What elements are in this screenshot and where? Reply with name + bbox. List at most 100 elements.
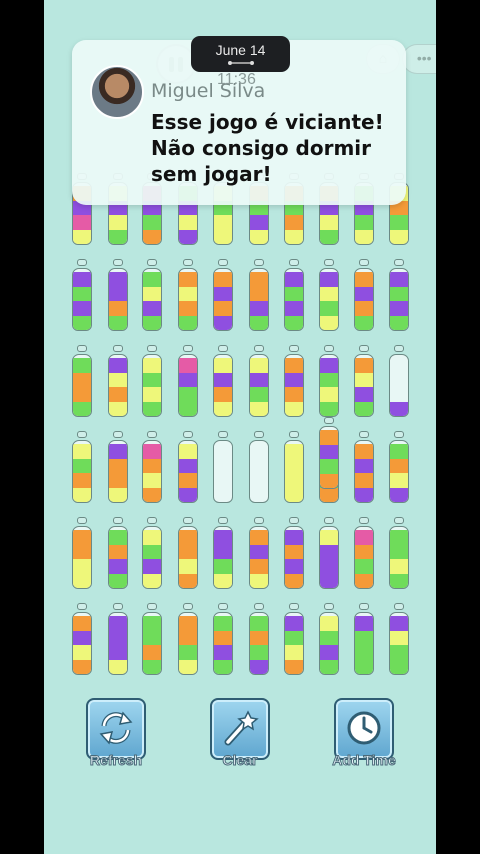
bottle-cap xyxy=(394,345,404,352)
bottle-cap xyxy=(113,603,123,610)
liquid-layer-yellow xyxy=(214,215,232,230)
bottle-r3-c1[interactable] xyxy=(72,345,92,417)
liquid-layer-orange xyxy=(179,616,197,631)
liquid-layer-orange xyxy=(73,659,91,674)
liquid-layer-green xyxy=(320,459,338,474)
bottle-r3-c4[interactable] xyxy=(178,345,198,417)
bottle-r2-c7[interactable] xyxy=(284,259,304,331)
liquid-layer-purple xyxy=(143,301,161,316)
liquid-layer-yellow xyxy=(390,229,408,244)
bottle-body xyxy=(108,526,128,589)
bottle-r5-c6[interactable] xyxy=(249,517,269,589)
bottle-body xyxy=(284,268,304,331)
bottle-r2-c3[interactable] xyxy=(142,259,162,331)
liquid-layer-purple xyxy=(179,372,197,388)
bottle-r5-c2[interactable] xyxy=(108,517,128,589)
liquid-layer-pink xyxy=(143,444,161,459)
bottle-r3-c9[interactable] xyxy=(354,345,374,417)
page-indicator xyxy=(228,61,254,65)
bottle-r3-c8[interactable] xyxy=(319,345,339,417)
bottle-r6-c4[interactable] xyxy=(178,603,198,675)
bottle-cap xyxy=(113,259,123,266)
liquid-layer-purple xyxy=(250,372,268,388)
liquid-layer-purple xyxy=(143,559,161,574)
bottle-r5-c9[interactable] xyxy=(354,517,374,589)
bottle-cap xyxy=(218,345,228,352)
bottle-r4-c1[interactable] xyxy=(72,431,92,503)
bottle-r5-c5[interactable] xyxy=(213,517,233,589)
bottle-r3-c7[interactable] xyxy=(284,345,304,417)
bottle-r4-c4[interactable] xyxy=(178,431,198,503)
liquid-layer-orange xyxy=(73,530,91,545)
liquid-layer-orange xyxy=(355,272,373,287)
bottle-r4-c7[interactable] xyxy=(284,431,304,503)
liquid-layer-green xyxy=(390,573,408,588)
bottle-body xyxy=(284,526,304,589)
bottle-r4-c5[interactable] xyxy=(213,431,233,503)
bottle-r2-c9[interactable] xyxy=(354,259,374,331)
bottle-r6-c9[interactable] xyxy=(354,603,374,675)
liquid-layer-green xyxy=(355,315,373,330)
bottle-r2-c8[interactable] xyxy=(319,259,339,331)
liquid-layer-orange xyxy=(285,387,303,402)
bottle-cap xyxy=(147,259,157,266)
bottle-r6-c2[interactable] xyxy=(108,603,128,675)
bottle-r5-c3[interactable] xyxy=(142,517,162,589)
clear-button[interactable] xyxy=(210,698,270,760)
bottle-r2-c10[interactable] xyxy=(389,259,409,331)
bottle-cap xyxy=(147,431,157,438)
bottle-r6-c10[interactable] xyxy=(389,603,409,675)
bottle-r2-c1[interactable] xyxy=(72,259,92,331)
liquid-layer-orange xyxy=(179,301,197,316)
liquid-layer-purple xyxy=(355,387,373,402)
bottle-r3-c6[interactable] xyxy=(249,345,269,417)
bottle-cap xyxy=(394,259,404,266)
bottle-r5-c8[interactable] xyxy=(319,517,339,589)
refresh-button[interactable] xyxy=(86,698,146,760)
bottle-r5-c1[interactable] xyxy=(72,517,92,589)
liquid-layer-yellow xyxy=(109,659,127,674)
bottle-r6-c3[interactable] xyxy=(142,603,162,675)
liquid-layer-orange xyxy=(73,616,91,631)
liquid-layer-purple xyxy=(109,559,127,574)
bottle-r4-c2[interactable] xyxy=(108,431,128,503)
bottle-r3-c10[interactable] xyxy=(389,345,409,417)
bottle-r2-c4[interactable] xyxy=(178,259,198,331)
bottle-r6-c5[interactable] xyxy=(213,603,233,675)
more-dots-icon[interactable]: ••• ⊗ xyxy=(402,44,436,74)
bottle-r6-c1[interactable] xyxy=(72,603,92,675)
bottle-cap xyxy=(183,345,193,352)
liquid-layer-orange xyxy=(285,573,303,588)
bottle-r5-c10[interactable] xyxy=(389,517,409,589)
bottle-r6-c7[interactable] xyxy=(284,603,304,675)
bottle-r6-c6[interactable] xyxy=(249,603,269,675)
bottle-r2-c5[interactable] xyxy=(213,259,233,331)
bottle-r4-c3[interactable] xyxy=(142,431,162,503)
bottle-r3-c2[interactable] xyxy=(108,345,128,417)
liquid-layer-purple xyxy=(214,286,232,302)
lifted-bottle[interactable] xyxy=(319,417,339,489)
bottle-cap xyxy=(289,431,299,438)
bottle-r2-c2[interactable] xyxy=(108,259,128,331)
bottle-r5-c7[interactable] xyxy=(284,517,304,589)
add-time-button[interactable] xyxy=(334,698,394,760)
bottle-r6-c8[interactable] xyxy=(319,603,339,675)
bottle-r3-c5[interactable] xyxy=(213,345,233,417)
liquid-layer-purple xyxy=(109,272,127,287)
bottle-r2-c6[interactable] xyxy=(249,259,269,331)
liquid-layer-green xyxy=(285,315,303,330)
liquid-layer-purple xyxy=(320,358,338,373)
bottle-r5-c4[interactable] xyxy=(178,517,198,589)
liquid-layer-yellow xyxy=(390,559,408,574)
status-date: June 14 xyxy=(215,42,266,58)
bottle-r4-c9[interactable] xyxy=(354,431,374,503)
liquid-layer-yellow xyxy=(143,358,161,373)
bottle-r4-c10[interactable] xyxy=(389,431,409,503)
liquid-layer-green xyxy=(320,229,338,244)
liquid-layer-orange xyxy=(390,458,408,474)
liquid-layer-green xyxy=(250,616,268,631)
bottle-r4-c6[interactable] xyxy=(249,431,269,503)
bottle-r3-c3[interactable] xyxy=(142,345,162,417)
liquid-layer-green xyxy=(143,315,161,330)
liquid-layer-purple xyxy=(355,487,373,502)
